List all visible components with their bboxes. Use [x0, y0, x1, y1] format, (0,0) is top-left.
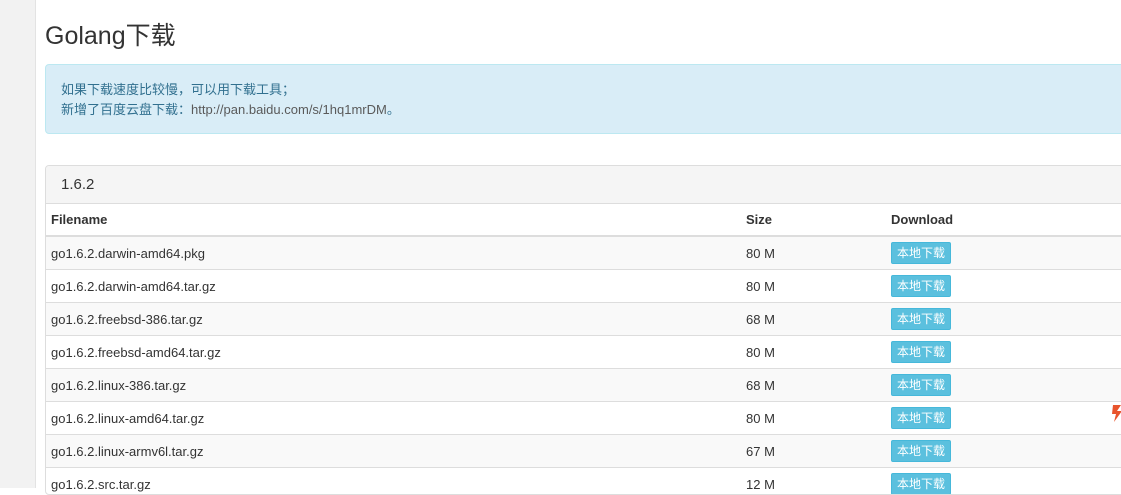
- download-cell: 本地下载: [886, 303, 1121, 336]
- notice-line-1: 如果下载速度比较慢，可以用下载工具；: [61, 80, 1121, 100]
- table-row: go1.6.2.src.tar.gz 12 M 本地下载: [46, 468, 1121, 495]
- notice-line-2: 新增了百度云盘下载：http://pan.baidu.com/s/1hq1mrD…: [61, 100, 1121, 120]
- table-row: go1.6.2.linux-amd64.tar.gz 80 M 本地下载: [46, 402, 1121, 435]
- notice-line-2-prefix: 新增了百度云盘下载：: [61, 102, 191, 117]
- table-row: go1.6.2.linux-armv6l.tar.gz 67 M 本地下载: [46, 435, 1121, 468]
- filename-cell: go1.6.2.linux-armv6l.tar.gz: [46, 435, 741, 468]
- column-header-download: Download: [886, 204, 1121, 236]
- filename-cell: go1.6.2.src.tar.gz: [46, 468, 741, 495]
- table-row: go1.6.2.darwin-amd64.tar.gz 80 M 本地下载: [46, 270, 1121, 303]
- local-download-button[interactable]: 本地下载: [891, 308, 951, 330]
- download-cell: 本地下载: [886, 468, 1121, 495]
- download-cell: 本地下载: [886, 402, 1121, 435]
- table-header-row: Filename Size Download: [46, 204, 1121, 236]
- size-cell: 80 M: [741, 270, 886, 303]
- size-cell: 80 M: [741, 236, 886, 270]
- table-row: go1.6.2.linux-386.tar.gz 68 M 本地下载: [46, 369, 1121, 402]
- version-panel: 1.6.2 Filename Size Download go1.6.2.dar…: [45, 165, 1121, 495]
- size-cell: 80 M: [741, 402, 886, 435]
- notice-line-2-suffix: 。: [387, 102, 400, 117]
- column-header-filename: Filename: [46, 204, 741, 236]
- size-cell: 67 M: [741, 435, 886, 468]
- table-row: go1.6.2.freebsd-386.tar.gz 68 M 本地下载: [46, 303, 1121, 336]
- download-cell: 本地下载: [886, 435, 1121, 468]
- local-download-button[interactable]: 本地下载: [891, 473, 951, 495]
- main-content: Golang下载 如果下载速度比较慢，可以用下载工具； 新增了百度云盘下载：ht…: [45, 0, 1121, 488]
- filename-cell: go1.6.2.linux-amd64.tar.gz: [46, 402, 741, 435]
- floating-widget-icon[interactable]: [1111, 402, 1121, 424]
- local-download-button[interactable]: 本地下载: [891, 275, 951, 297]
- local-download-button[interactable]: 本地下载: [891, 242, 951, 264]
- filename-cell: go1.6.2.freebsd-amd64.tar.gz: [46, 336, 741, 369]
- filename-cell: go1.6.2.darwin-amd64.tar.gz: [46, 270, 741, 303]
- version-heading: 1.6.2: [46, 166, 1121, 204]
- info-alert: 如果下载速度比较慢，可以用下载工具； 新增了百度云盘下载：http://pan.…: [45, 64, 1121, 134]
- local-download-button[interactable]: 本地下载: [891, 440, 951, 462]
- local-download-button[interactable]: 本地下载: [891, 341, 951, 363]
- filename-cell: go1.6.2.darwin-amd64.pkg: [46, 236, 741, 270]
- download-cell: 本地下载: [886, 270, 1121, 303]
- page-title: Golang下载: [45, 21, 176, 51]
- local-download-button[interactable]: 本地下载: [891, 374, 951, 396]
- download-cell: 本地下载: [886, 369, 1121, 402]
- size-cell: 12 M: [741, 468, 886, 495]
- table-row: go1.6.2.darwin-amd64.pkg 80 M 本地下载: [46, 236, 1121, 270]
- download-cell: 本地下载: [886, 336, 1121, 369]
- column-header-size: Size: [741, 204, 886, 236]
- files-table: Filename Size Download go1.6.2.darwin-am…: [46, 204, 1121, 495]
- left-sidebar: [0, 0, 36, 488]
- filename-cell: go1.6.2.freebsd-386.tar.gz: [46, 303, 741, 336]
- local-download-button[interactable]: 本地下载: [891, 407, 951, 429]
- baidu-pan-link[interactable]: http://pan.baidu.com/s/1hq1mrDM: [191, 102, 387, 117]
- size-cell: 80 M: [741, 336, 886, 369]
- size-cell: 68 M: [741, 303, 886, 336]
- filename-cell: go1.6.2.linux-386.tar.gz: [46, 369, 741, 402]
- size-cell: 68 M: [741, 369, 886, 402]
- download-cell: 本地下载: [886, 236, 1121, 270]
- table-row: go1.6.2.freebsd-amd64.tar.gz 80 M 本地下载: [46, 336, 1121, 369]
